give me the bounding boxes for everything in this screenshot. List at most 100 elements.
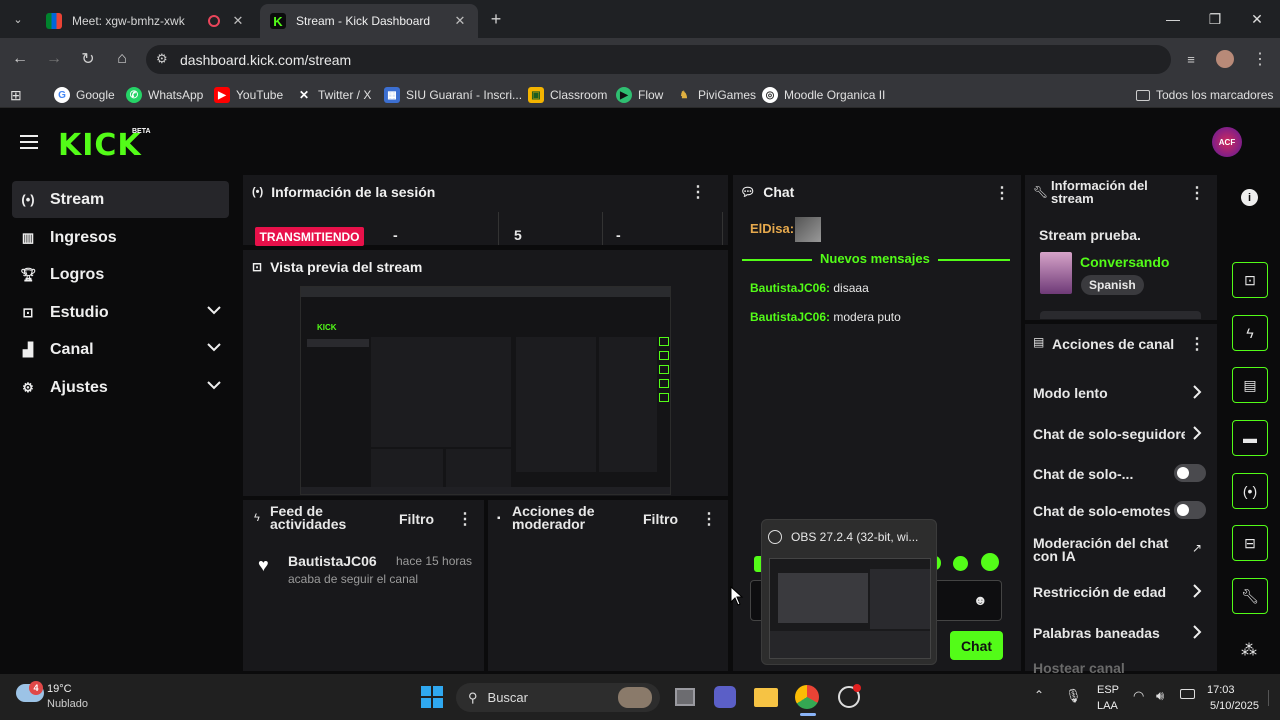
home-icon[interactable]: ⌂ <box>110 47 134 71</box>
bookmark-twitter[interactable]: ✕ Twitter / X <box>296 85 371 105</box>
emotes-only-toggle[interactable] <box>1174 501 1206 519</box>
feed-filter-button[interactable]: Filtro <box>399 511 434 527</box>
emote-icon[interactable] <box>953 556 968 571</box>
wrench-icon[interactable]: 🔧︎ <box>1232 578 1268 614</box>
feed-item-user[interactable]: BautistaJC06 <box>288 553 377 569</box>
maximize-icon[interactable]: ❐ <box>1192 0 1238 38</box>
chat-message-user[interactable]: BautistaJC06: <box>750 281 830 295</box>
bookmark-classroom[interactable]: ▣ Classroom <box>528 85 607 105</box>
chat-message-user[interactable]: BautistaJC06: <box>750 310 830 324</box>
weather-temp[interactable]: 19°C <box>47 683 72 695</box>
address-bar[interactable]: ⚙ dashboard.kick.com/stream <box>146 45 1171 74</box>
category-thumbnail[interactable] <box>1040 252 1072 294</box>
clock-time[interactable]: 17:03 <box>1207 684 1235 696</box>
kebab-menu-icon[interactable]: ⋮ <box>690 182 706 202</box>
external-link-icon[interactable]: ↗ <box>1192 541 1202 555</box>
close-icon[interactable]: ✕ <box>452 13 468 29</box>
layout-icon[interactable]: ⊟ <box>1232 525 1268 561</box>
show-desktop[interactable] <box>1268 690 1269 706</box>
chat-send-button[interactable]: Chat <box>950 631 1003 660</box>
screen-capture-icon[interactable]: ⊡ <box>1232 262 1268 298</box>
apps-dots-icon[interactable]: ⁂ <box>1241 640 1257 660</box>
bookmark-pivigames[interactable]: ♞ PiviGames <box>676 85 757 105</box>
hamburger-menu-icon[interactable] <box>20 133 38 149</box>
chrome-icon[interactable] <box>795 685 819 709</box>
close-icon[interactable]: ✕ <box>230 13 246 29</box>
all-bookmarks[interactable]: Todos los marcadores <box>1136 85 1273 105</box>
forward-arrow-icon[interactable]: → <box>42 47 66 71</box>
tray-chevron-icon[interactable]: ⌃ <box>1034 688 1044 702</box>
document-icon[interactable]: ▤ <box>1232 367 1268 403</box>
windows-start-icon[interactable] <box>421 686 443 708</box>
age-restriction-item[interactable]: Restricción de edad <box>1033 584 1166 600</box>
chevron-right-icon[interactable] <box>1192 385 1202 399</box>
keyboard-layout-indicator[interactable]: LAA <box>1097 700 1118 712</box>
mod-filter-button[interactable]: Filtro <box>643 511 678 527</box>
chat-bubble-icon[interactable]: ▬ <box>1232 420 1268 456</box>
taskbar-search[interactable]: ⚲ Buscar <box>456 683 660 712</box>
bookmark-flow[interactable]: ▶ Flow <box>616 85 663 105</box>
task-view-icon[interactable] <box>675 688 695 706</box>
nav-stream[interactable]: (•) Stream <box>12 181 229 218</box>
tab-meet[interactable]: Meet: xgw-bmhz-xwk ✕ <box>36 4 256 38</box>
microphone-icon[interactable]: 🎙︎ <box>1065 688 1082 704</box>
clock-date[interactable]: 5/10/2025 <box>1210 700 1259 712</box>
bookmark-moodle[interactable]: ◎ Moodle Organica II <box>762 85 885 105</box>
file-explorer-icon[interactable] <box>754 688 778 707</box>
bookmark-siu[interactable]: ▦ SIU Guaraní - Inscri... <box>384 85 522 105</box>
info-icon[interactable]: i <box>1241 189 1258 206</box>
kebab-menu-icon[interactable]: ⋮ <box>457 509 473 529</box>
chat-message-user[interactable]: ElDisa: <box>750 221 794 236</box>
kick-logo[interactable]: KICK <box>58 128 142 163</box>
tab-search-chevron-icon[interactable]: ⌄ <box>6 7 30 31</box>
bookmark-google[interactable]: G Google <box>54 85 115 105</box>
bookmark-youtube[interactable]: ▶ YouTube <box>214 85 283 105</box>
kebab-menu-icon[interactable]: ⋮ <box>701 509 717 529</box>
site-info-icon[interactable]: ⚙ <box>156 51 168 67</box>
chevron-right-icon[interactable] <box>1192 625 1202 639</box>
kebab-menu-icon[interactable]: ⋮ <box>1189 334 1205 354</box>
kebab-menu-icon[interactable]: ⋮ <box>994 183 1010 203</box>
meet-favicon-icon <box>46 13 62 29</box>
lightning-icon[interactable]: ϟ <box>1232 315 1268 351</box>
back-arrow-icon[interactable]: ← <box>8 47 32 71</box>
emoji-picker-icon[interactable]: ☻ <box>973 592 988 608</box>
minimize-icon[interactable]: — <box>1150 0 1196 38</box>
kebab-menu-icon[interactable]: ⋮ <box>1189 183 1205 203</box>
nav-estudio[interactable]: ⊡ Estudio <box>12 294 229 331</box>
new-tab-plus-icon[interactable]: + <box>484 7 508 31</box>
bookmark-whatsapp[interactable]: ✆ WhatsApp <box>126 85 203 105</box>
apps-grid-icon[interactable]: ⊞ <box>10 85 22 105</box>
user-avatar[interactable]: ACF <box>1212 127 1242 157</box>
reload-icon[interactable]: ↻ <box>76 47 100 71</box>
window-close-icon[interactable]: ✕ <box>1234 0 1280 38</box>
weather-desc[interactable]: Nublado <box>47 698 88 710</box>
edit-button-partial[interactable] <box>1040 311 1201 319</box>
chevron-right-icon[interactable] <box>1192 426 1202 440</box>
tab-kick-dashboard[interactable]: K Stream - Kick Dashboard ✕ <box>260 4 478 38</box>
chevron-right-icon[interactable] <box>1192 584 1202 598</box>
stream-category[interactable]: Conversando <box>1080 254 1169 270</box>
ai-moderation-item[interactable]: Moderación del chat con IA <box>1033 536 1183 563</box>
subscribers-only-toggle[interactable] <box>1174 464 1206 482</box>
nav-ingresos[interactable]: ▥ Ingresos <box>12 219 229 256</box>
nav-canal[interactable]: ▟ Canal <box>12 331 229 368</box>
nav-logros[interactable]: 🏆︎ Logros <box>12 256 229 293</box>
new-messages-label[interactable]: Nuevos mensajes <box>812 251 938 266</box>
slow-mode-item[interactable]: Modo lento <box>1033 385 1108 401</box>
obs-window-preview[interactable]: OBS 27.2.4 (32-bit, wi... <box>761 519 937 665</box>
profile-avatar[interactable] <box>1216 50 1234 68</box>
followers-only-item[interactable]: Chat de solo-seguidores <box>1033 426 1185 442</box>
teams-icon[interactable] <box>714 686 736 708</box>
media-queue-icon[interactable]: ≡ <box>1179 47 1203 71</box>
battery-icon[interactable] <box>1180 689 1195 699</box>
banned-words-item[interactable]: Palabras baneadas <box>1033 625 1160 641</box>
menu-kebab-icon[interactable]: ⋮ <box>1248 47 1272 71</box>
broadcast-icon[interactable]: (•) <box>1232 473 1268 509</box>
volume-icon[interactable]: 🔊︎ <box>1156 688 1164 704</box>
stream-preview-video[interactable]: KICK <box>300 286 671 495</box>
wifi-icon[interactable]: ◠ <box>1133 688 1144 704</box>
language-indicator[interactable]: ESP <box>1097 684 1119 696</box>
emote-icon[interactable] <box>981 553 999 571</box>
nav-ajustes[interactable]: ⚙ Ajustes <box>12 369 229 406</box>
